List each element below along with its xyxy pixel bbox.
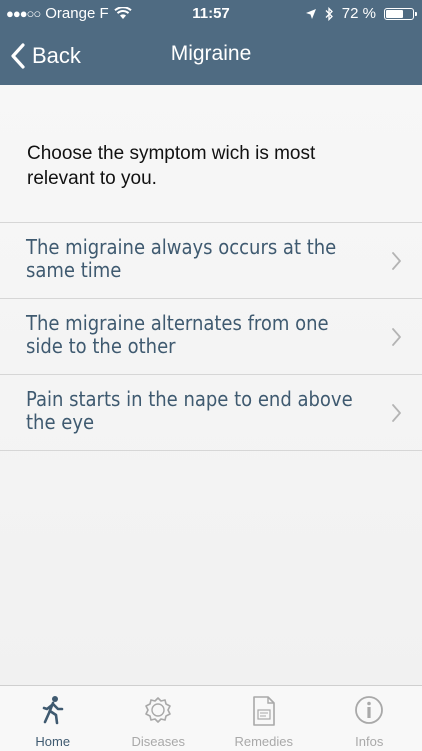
tab-label: Diseases	[106, 734, 212, 749]
symptom-label: The migraine always occurs at the same t…	[26, 236, 366, 282]
tab-diseases[interactable]: Diseases	[106, 686, 212, 751]
info-circle-icon	[354, 695, 384, 725]
status-bar: ●●●○○ Orange F 11:57 72 %	[0, 0, 422, 28]
chevron-right-icon	[391, 327, 402, 347]
main-content: Choose the symptom wich is most relevant…	[0, 85, 422, 685]
chevron-right-icon	[391, 251, 402, 271]
battery-level	[386, 10, 403, 18]
instruction-text: Choose the symptom wich is most relevant…	[27, 141, 367, 191]
page-title: Migraine	[0, 42, 422, 66]
bluetooth-icon	[325, 7, 334, 21]
symptom-label: The migraine alternates from one side to…	[26, 312, 366, 358]
symptom-option-alternates-sides[interactable]: The migraine alternates from one side to…	[0, 299, 422, 375]
symptom-list: The migraine always occurs at the same t…	[0, 222, 422, 451]
tab-label: Infos	[317, 734, 422, 749]
tab-remedies[interactable]: Remedies	[211, 686, 317, 751]
status-right: 72 %	[305, 5, 414, 22]
virus-icon	[143, 695, 173, 725]
symptom-option-same-time[interactable]: The migraine always occurs at the same t…	[0, 223, 422, 299]
tab-label: Home	[0, 734, 106, 749]
battery-icon	[384, 8, 414, 20]
document-icon	[251, 695, 277, 727]
tab-home[interactable]: Home	[0, 686, 106, 751]
walking-person-icon	[40, 695, 66, 725]
chevron-right-icon	[391, 403, 402, 423]
symptom-label: Pain starts in the nape to end above the…	[26, 388, 366, 434]
battery-percent: 72 %	[342, 5, 376, 22]
location-arrow-icon	[305, 8, 317, 20]
navigation-bar: Back Migraine	[0, 28, 422, 85]
tab-infos[interactable]: Infos	[317, 686, 422, 751]
symptom-option-nape-to-eye[interactable]: Pain starts in the nape to end above the…	[0, 375, 422, 451]
tab-label: Remedies	[211, 734, 317, 749]
tab-bar: Home Diseases Remedies Infos	[0, 685, 422, 751]
